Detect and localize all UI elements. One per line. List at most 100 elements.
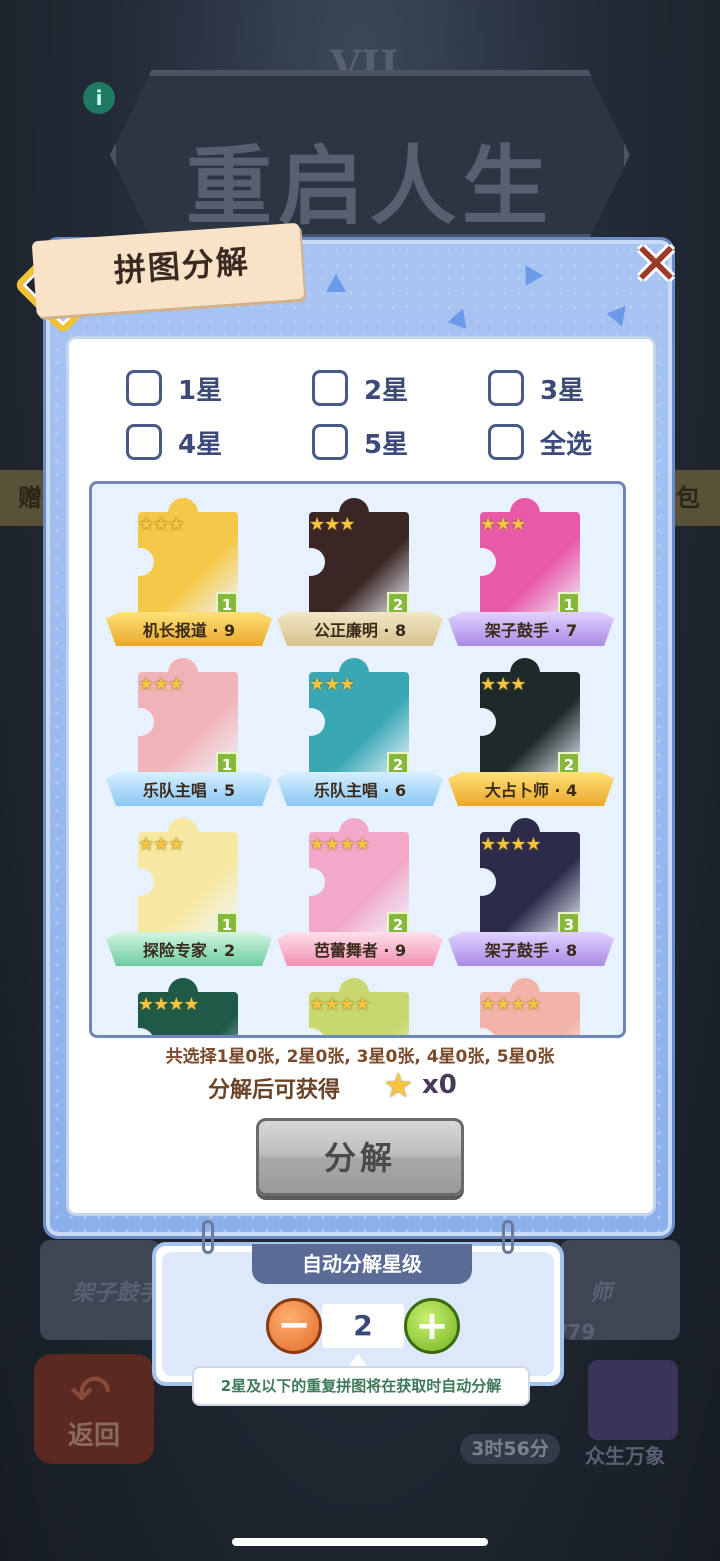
puzzle-card[interactable]: ★★★ 2 公正廉明 · 8 [277,492,443,652]
dialog-title: 拼图分解 [112,242,251,290]
puzzle-label: 架子鼓手 · 7 [448,612,614,646]
puzzle-card[interactable]: ★★★★ 3 架子鼓手 · 8 [448,812,614,972]
star-rating: ★★★ [138,514,184,535]
puzzle-card[interactable]: ★★★ 1 架子鼓手 · 7 [448,492,614,652]
selection-summary: 共选择1星0张, 2星0张, 3星0张, 4星0张, 5星0张 [165,1047,555,1067]
return-label: 返回 [67,1421,120,1451]
decompose-button[interactable]: 分解 [256,1118,464,1196]
duplicate-count: 1 [216,752,238,774]
gain-count: x0 [422,1070,457,1100]
star-rating: ★★★★ [480,994,542,1015]
checkbox-box[interactable] [126,370,162,406]
star-rating: ★★★★ [309,994,371,1015]
game-title-frame: 重启人生 [110,70,630,240]
bg-card-right-label: 师 [590,1281,613,1306]
puzzle-notch [297,868,325,896]
puzzle-label: 大占卜师 · 4 [448,772,614,806]
auto-tip: 2星及以下的重复拼图将在获取时自动分解 [192,1366,530,1406]
filter-3-star[interactable]: 3星 [488,368,584,408]
pack-tag[interactable]: 包 [672,470,720,526]
puzzle-label: 架子鼓手 · 8 [448,932,614,966]
puzzle-card[interactable]: ★★★ 1 机长报道 · 9 [106,492,272,652]
star-rating: ★★★ [480,514,526,535]
duplicate-count: 3 [558,912,580,934]
home-indicator[interactable] [232,1538,488,1546]
star-rating: ★★★ [309,514,355,535]
star-rating: ★★★ [309,674,355,695]
info-icon[interactable]: i [83,82,115,114]
puzzle-notch [297,708,325,736]
star-rating: ★★★ [480,674,526,695]
puzzle-grid[interactable]: ★★★ 1 机长报道 · 9 ★★★ 2 公正廉明 · 8 ★★★ 1 架子鼓手 · 7 ★★★ 1… [89,481,626,1038]
puzzle-card[interactable]: ★★★ 1 乐队主唱 · 5 [106,652,272,812]
filter-label: 1星 [178,375,223,406]
puzzle-card[interactable]: ★★★ 2 乐队主唱 · 6 [277,652,443,812]
filter-1-star[interactable]: 1星 [126,368,222,408]
star-rating: ★★★ [138,674,184,695]
auto-level-value: 2 [322,1304,404,1348]
puzzle-card[interactable]: ★★★ 1 探险专家 · 2 [106,812,272,972]
puzzle-label: 芭蕾舞者 · 9 [277,932,443,966]
return-button[interactable]: ↶ 返回 [34,1354,154,1464]
gift-tag[interactable]: 赠 [0,470,48,526]
puzzle-card[interactable]: ★★★ 2 大占卜师 · 4 [448,652,614,812]
duplicate-count: 1 [216,592,238,614]
star-rating: ★★★★ [309,834,371,855]
puzzle-notch [126,548,154,576]
puzzle-label: 公正廉明 · 8 [277,612,443,646]
puzzle-card[interactable]: ★★★★ [106,972,272,1035]
filter-4-star[interactable]: 4星 [126,422,222,462]
bg-progress: /79 [560,1320,596,1344]
duplicate-count: 2 [387,912,409,934]
puzzle-label: 探险专家 · 2 [106,932,272,966]
puzzle-notch [468,548,496,576]
star-rating: ★★★★ [480,834,542,855]
filter-2-star[interactable]: 2星 [312,368,408,408]
timer-badge: 3时56分 [460,1434,560,1464]
checkbox-box[interactable] [126,424,162,460]
filter-label: 4星 [178,429,223,460]
minus-button[interactable]: − [266,1298,322,1354]
checkbox-box[interactable] [488,370,524,406]
binder-ring [502,1220,514,1254]
puzzle-card[interactable]: ★★★★ [277,972,443,1035]
game-title: 重启人生 [186,136,554,237]
book-label: 众生万象 [585,1444,665,1468]
puzzle-card[interactable]: ★★★★ 2 芭蕾舞者 · 9 [277,812,443,972]
filter-label: 2星 [364,375,409,406]
gain-label: 分解后可获得 [208,1078,341,1103]
deco-triangle [326,274,346,292]
plus-button[interactable]: + [404,1298,460,1354]
bg-card-left-label: 架子鼓手 [72,1281,161,1306]
puzzle-notch [297,548,325,576]
puzzle-label: 乐队主唱 · 5 [106,772,272,806]
star-icon: ★ [383,1066,414,1106]
auto-title: 自动分解星级 [252,1244,472,1284]
puzzle-label: 乐队主唱 · 6 [277,772,443,806]
return-arrow-icon: ↶ [70,1364,112,1422]
puzzle-notch [468,868,496,896]
puzzle-notch [126,868,154,896]
checkbox-box[interactable] [312,370,348,406]
duplicate-count: 2 [387,752,409,774]
filter-label: 3星 [540,375,585,406]
checkbox-box[interactable] [488,424,524,460]
duplicate-count: 1 [558,592,580,614]
binder-ring [202,1220,214,1254]
filter-label: 全选 [540,429,593,460]
book-icon[interactable] [588,1360,678,1440]
puzzle-card[interactable]: ★★★★ [448,972,614,1035]
star-rating: ★★★★ [138,994,200,1015]
filter-label: 5星 [364,429,409,460]
puzzle-label: 机长报道 · 9 [106,612,272,646]
puzzle-notch [468,708,496,736]
duplicate-count: 2 [387,592,409,614]
puzzle-notch [126,708,154,736]
filter-select-all[interactable]: 全选 [488,422,592,462]
close-icon[interactable]: ✕ [628,235,684,293]
duplicate-count: 1 [216,912,238,934]
checkbox-box[interactable] [312,424,348,460]
filter-5-star[interactable]: 5星 [312,422,408,462]
star-rating: ★★★ [138,834,184,855]
duplicate-count: 2 [558,752,580,774]
